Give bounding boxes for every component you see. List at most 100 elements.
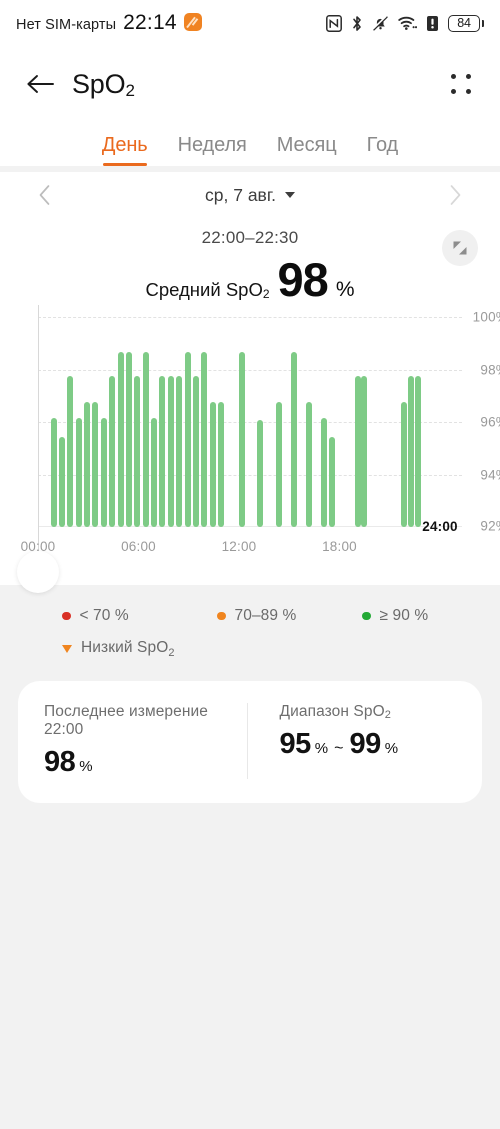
y-tick-label: 96% bbox=[480, 414, 500, 430]
chart-bar[interactable] bbox=[321, 417, 328, 527]
chart-bar[interactable] bbox=[159, 376, 166, 527]
range-separator: ~ bbox=[334, 740, 344, 758]
range-label-subscript: 2 bbox=[384, 709, 391, 722]
chart-bar[interactable] bbox=[84, 402, 91, 527]
chart-bar[interactable] bbox=[408, 376, 415, 527]
chart-bar[interactable] bbox=[290, 352, 297, 527]
grid-dots-icon[interactable] bbox=[446, 69, 476, 99]
chart-bar[interactable] bbox=[354, 376, 361, 527]
range-min-unit: % bbox=[314, 740, 329, 758]
chart-bar[interactable] bbox=[142, 352, 149, 527]
chart-bar[interactable] bbox=[201, 352, 208, 527]
chart-bar[interactable] bbox=[134, 376, 141, 527]
date-selector[interactable]: ср, 7 авг. bbox=[205, 185, 295, 206]
average-label: Средний SpO 2 bbox=[145, 279, 269, 301]
y-tick-label: 94% bbox=[480, 467, 500, 482]
legend-label: < 70 % bbox=[79, 607, 129, 624]
range-label: Диапазон SpO 2 bbox=[280, 703, 483, 721]
date-navigator: ср, 7 авг. bbox=[0, 172, 500, 218]
battery-tip-icon bbox=[481, 19, 484, 27]
legend-item-critical: < 70 % bbox=[62, 607, 217, 625]
x-tick-label: 06:00 bbox=[121, 539, 156, 554]
chart-bar[interactable] bbox=[414, 376, 421, 527]
chevron-down-icon bbox=[284, 192, 295, 198]
chart-bar[interactable] bbox=[125, 352, 132, 527]
chart-bar[interactable] bbox=[192, 376, 199, 527]
last-measurement-value: 98 % bbox=[44, 746, 247, 779]
range-label-text: Диапазон SpO bbox=[279, 703, 385, 721]
chart-bar[interactable] bbox=[151, 417, 158, 527]
measurement-card: Последнее измерение 22:00 98 % Диапазон … bbox=[18, 681, 483, 804]
chart-bar[interactable] bbox=[58, 437, 65, 527]
chart-bar[interactable] bbox=[239, 352, 245, 527]
legend-dot-icon bbox=[362, 611, 371, 621]
nfc-icon bbox=[326, 14, 342, 32]
chart-bar[interactable] bbox=[218, 402, 225, 527]
app-screen: Нет SIM-карты 22:14 84 SpO 2 День Неделя… bbox=[0, 0, 500, 1129]
range-block: Диапазон SpO 2 95 % ~ 99 % bbox=[246, 703, 483, 780]
chart-bar[interactable] bbox=[109, 376, 116, 527]
chart-bars[interactable] bbox=[38, 317, 440, 527]
dot bbox=[450, 73, 456, 79]
page-title-subscript: 2 bbox=[125, 80, 135, 100]
range-max-number: 99 bbox=[349, 728, 381, 761]
range-value: 95 % ~ 99 % bbox=[280, 728, 483, 761]
app-bar: SpO 2 bbox=[0, 46, 500, 122]
x-tick-label: 18:00 bbox=[322, 539, 357, 554]
chart-bar[interactable] bbox=[100, 417, 107, 527]
tab-month[interactable]: Месяц bbox=[277, 134, 337, 166]
expand-button[interactable] bbox=[442, 230, 478, 266]
next-day-button[interactable] bbox=[440, 180, 470, 210]
chart-bar[interactable] bbox=[184, 352, 191, 527]
back-button[interactable] bbox=[24, 67, 58, 101]
summary-section: 22:00–22:30 Средний SpO 2 98 % bbox=[0, 218, 500, 303]
battery-indicator: 84 bbox=[448, 14, 484, 32]
chart-bar[interactable] bbox=[92, 402, 99, 527]
y-tick-label: 100% bbox=[472, 309, 500, 325]
chart-bar[interactable] bbox=[257, 419, 264, 527]
legend-low-label: Низкий SpO2 bbox=[81, 639, 175, 659]
average-label-subscript: 2 bbox=[262, 287, 270, 301]
average-unit: % bbox=[335, 278, 355, 301]
wifi-icon bbox=[398, 16, 417, 30]
legend-low-label-text: Низкий SpO bbox=[81, 639, 169, 656]
legend-row-low-marker: Низкий SpO2 bbox=[62, 639, 500, 659]
chart-bar[interactable] bbox=[305, 402, 312, 527]
chart-bar[interactable] bbox=[167, 376, 174, 527]
prev-day-button[interactable] bbox=[30, 180, 60, 210]
legend-item-warning: 70–89 % bbox=[217, 607, 362, 625]
expand-icon bbox=[453, 241, 467, 255]
tab-year[interactable]: Год bbox=[367, 134, 399, 166]
chart-bar[interactable] bbox=[209, 402, 216, 527]
dot bbox=[450, 88, 456, 94]
chart-x-axis: 00:00 06:00 12:00 18:00 24:00 bbox=[17, 519, 458, 593]
chart-bar[interactable] bbox=[401, 402, 408, 527]
last-measurement-number: 98 bbox=[44, 746, 76, 779]
chart-bottom-spacer bbox=[0, 567, 500, 585]
chevron-right-icon bbox=[450, 185, 461, 205]
status-bar-right: 84 bbox=[326, 14, 484, 32]
tab-day[interactable]: День bbox=[102, 134, 148, 166]
chart-scrubber-thumb[interactable] bbox=[17, 551, 59, 593]
chart-bar[interactable] bbox=[67, 376, 74, 527]
mute-icon bbox=[372, 15, 388, 30]
triangle-down-icon bbox=[62, 645, 72, 654]
chart-bar[interactable] bbox=[75, 417, 82, 527]
y-tick-label: 92% bbox=[480, 518, 500, 534]
last-measurement-label: Последнее измерение 22:00 bbox=[44, 703, 209, 739]
legend-item-normal: ≥ 90 % bbox=[362, 607, 428, 625]
chart-bar[interactable] bbox=[275, 402, 282, 527]
legend-low-label-subscript: 2 bbox=[168, 647, 175, 660]
chart-bar[interactable] bbox=[50, 417, 57, 527]
dot bbox=[465, 73, 471, 79]
legend-label: 70–89 % bbox=[234, 607, 297, 624]
x-tick-label: 12:00 bbox=[221, 539, 257, 554]
chart-bar[interactable] bbox=[117, 352, 124, 527]
chart-bar[interactable] bbox=[176, 376, 183, 527]
tab-week[interactable]: Неделя bbox=[178, 134, 247, 166]
chart-bar[interactable] bbox=[361, 376, 368, 527]
date-label-text: ср, 7 авг. bbox=[205, 184, 276, 205]
range-max-unit: % bbox=[384, 740, 399, 758]
chart-bar[interactable] bbox=[329, 437, 336, 527]
back-arrow-icon bbox=[27, 75, 54, 93]
